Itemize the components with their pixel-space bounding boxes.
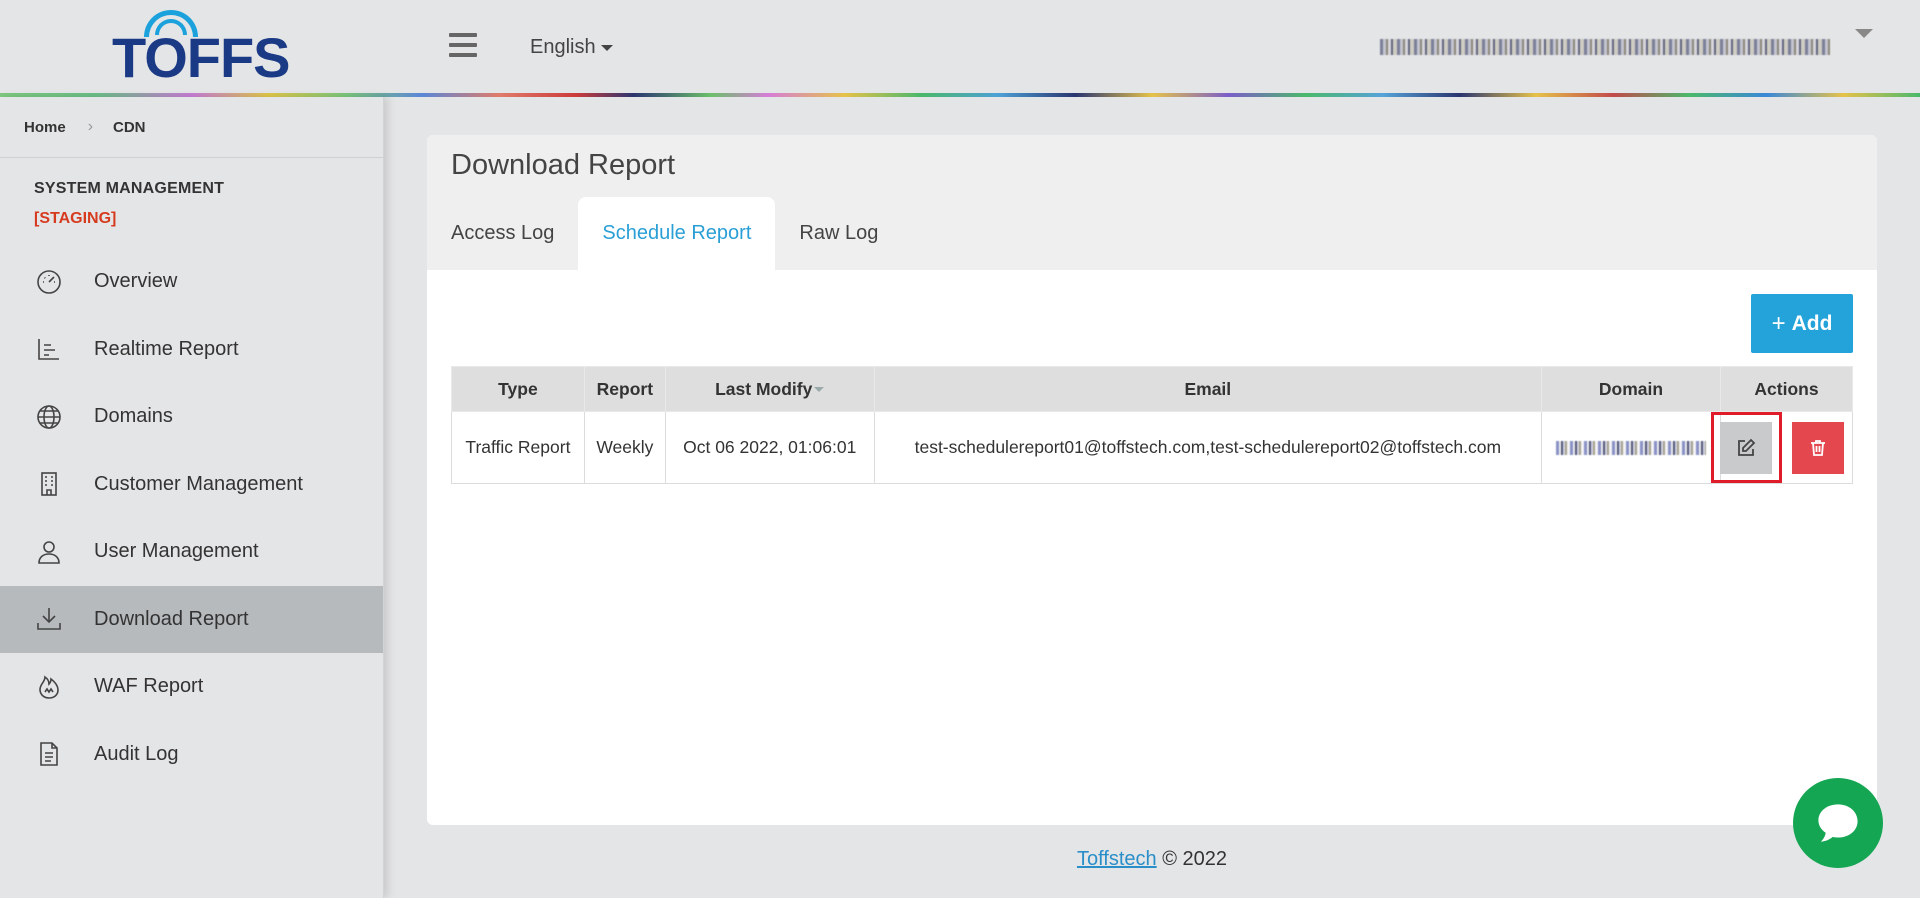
sidebar-item-realtime-report[interactable]: Realtime Report (0, 316, 383, 384)
sidebar-item-label: Download Report (94, 607, 249, 630)
top-header: TOFFS English (0, 0, 1920, 97)
sidebar: Home › CDN SYSTEM MANAGEMENT [STAGING] O… (0, 97, 384, 898)
cell-last-modify: Oct 06 2022, 01:06:01 (664, 411, 875, 484)
column-header-actions: Actions (1719, 366, 1854, 412)
cell-actions (1710, 411, 1854, 484)
column-header-domain[interactable]: Domain (1541, 366, 1721, 412)
sidebar-item-download-report[interactable]: Download Report (0, 585, 383, 653)
sidebar-nav: Overview Realtime Report Domains Custome… (0, 248, 383, 788)
sidebar-item-customer-management[interactable]: Customer Management (0, 451, 383, 519)
cell-email: test-schedulereport01@toffstech.com,test… (873, 411, 1543, 484)
breadcrumb: Home › CDN (0, 97, 383, 158)
user-menu-caret-icon[interactable] (1855, 29, 1873, 38)
footer-copyright: © 2022 (1162, 848, 1228, 870)
add-button[interactable]: + Add (1751, 294, 1853, 353)
sidebar-item-label: WAF Report (94, 675, 204, 698)
download-report-card: Download Report Access Log Schedule Repo… (427, 135, 1877, 825)
building-icon (34, 469, 64, 499)
tab-raw-log[interactable]: Raw Log (775, 197, 902, 270)
column-header-email[interactable]: Email (873, 366, 1543, 412)
edit-button[interactable] (1720, 421, 1773, 474)
tab-bar: Access Log Schedule Report Raw Log (427, 197, 902, 270)
language-dropdown[interactable]: English (530, 36, 613, 59)
sidebar-item-label: Domains (94, 405, 173, 428)
toffs-logo[interactable]: TOFFS (112, 10, 291, 88)
breadcrumb-current: CDN (113, 118, 146, 136)
caret-down-icon (600, 44, 613, 51)
sidebar-item-label: Customer Management (94, 472, 303, 495)
trash-icon (1810, 439, 1825, 456)
plus-icon: + (1771, 309, 1786, 337)
column-header-report[interactable]: Report (583, 366, 666, 412)
breadcrumb-home[interactable]: Home (24, 119, 66, 136)
sidebar-item-audit-log[interactable]: Audit Log (0, 721, 383, 789)
domain-redacted (1556, 441, 1706, 456)
cell-type: Traffic Report (451, 411, 585, 484)
sidebar-item-label: Realtime Report (94, 337, 239, 360)
column-header-label: Last Modify (715, 378, 813, 399)
flame-icon (34, 672, 64, 702)
section-title: SYSTEM MANAGEMENT (34, 180, 225, 197)
user-icon (34, 537, 64, 567)
gauge-icon (34, 267, 64, 297)
chat-widget-button[interactable] (1793, 778, 1883, 868)
logo-wordmark: TOFFS (112, 26, 291, 89)
sidebar-item-label: User Management (94, 540, 259, 563)
tab-access-log[interactable]: Access Log (427, 197, 578, 270)
sidebar-item-domains[interactable]: Domains (0, 383, 383, 451)
language-label: English (530, 36, 596, 58)
chevron-right-icon: › (87, 118, 94, 135)
card-header: Download Report Access Log Schedule Repo… (427, 135, 1877, 270)
edit-highlight (1710, 412, 1782, 483)
cell-report: Weekly (583, 411, 666, 484)
add-button-label: Add (1791, 311, 1833, 335)
line-chart-icon (34, 334, 64, 364)
sidebar-item-user-management[interactable]: User Management (0, 518, 383, 586)
cell-domain (1541, 411, 1721, 484)
table-header-row: Type Report Last Modify Email Domain Act… (451, 366, 1854, 412)
schedule-report-table: Type Report Last Modify Email Domain Act… (451, 366, 1854, 484)
column-header-type[interactable]: Type (451, 366, 585, 412)
footer: Toffstech © 2022 (0, 848, 1920, 871)
table-row: Traffic Report Weekly Oct 06 2022, 01:06… (451, 411, 1854, 484)
delete-button[interactable] (1791, 421, 1844, 474)
edit-icon (1738, 438, 1756, 456)
row-actions (1710, 412, 1852, 483)
tab-schedule-report[interactable]: Schedule Report (578, 197, 776, 270)
environment-badge: [STAGING] (34, 210, 117, 227)
globe-icon (34, 402, 64, 432)
sidebar-item-waf-report[interactable]: WAF Report (0, 653, 383, 721)
hamburger-menu-icon[interactable] (449, 33, 477, 61)
sidebar-item-overview[interactable]: Overview (0, 248, 383, 316)
column-header-last-modify[interactable]: Last Modify (664, 366, 875, 412)
page-title: Download Report (451, 149, 676, 181)
footer-company-link[interactable]: Toffstech (1077, 848, 1157, 870)
sidebar-item-label: Overview (94, 270, 178, 293)
user-email-redacted[interactable] (1380, 39, 1830, 55)
chat-bubble-icon (1818, 804, 1858, 842)
document-icon (34, 739, 64, 769)
download-icon (34, 604, 64, 634)
sidebar-item-label: Audit Log (94, 742, 179, 765)
sort-desc-icon (814, 387, 825, 393)
